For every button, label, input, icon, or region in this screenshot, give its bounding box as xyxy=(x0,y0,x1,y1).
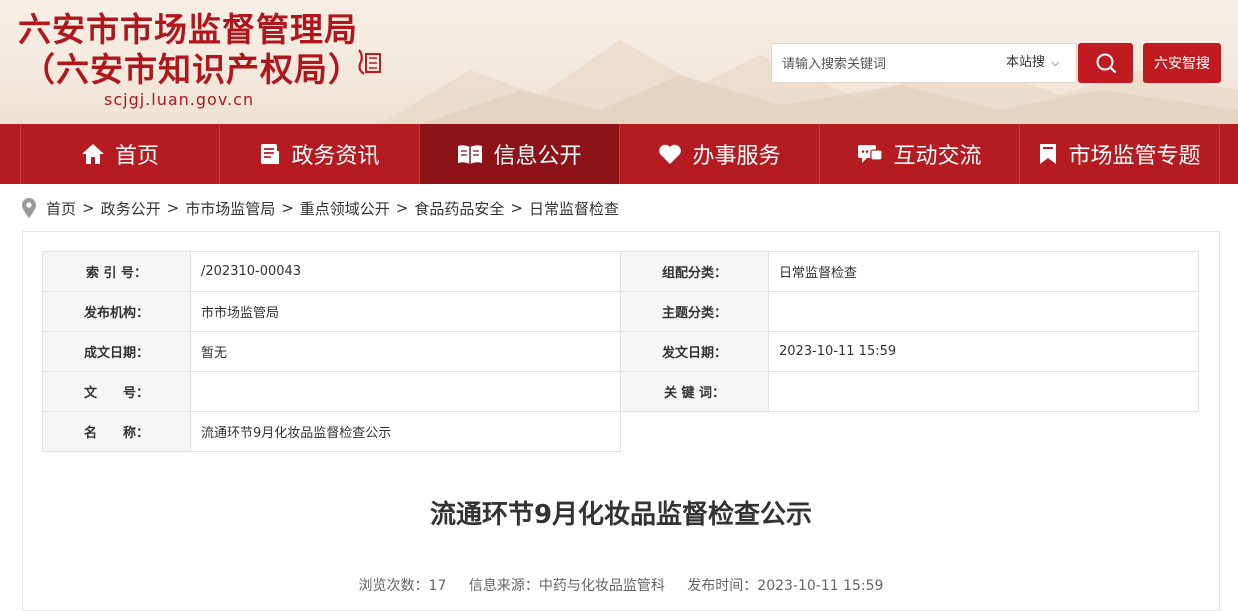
nav-label: 政务资讯 xyxy=(291,144,380,169)
chat-icon xyxy=(857,143,884,165)
table-row: 发布机构： 市市场监管局 主题分类： xyxy=(42,291,1199,332)
topic-label: 主题分类： xyxy=(620,291,769,332)
breadcrumb-daily-inspection[interactable]: 日常监督检查 xyxy=(529,198,619,219)
search-scope-select[interactable]: 本站搜 ⌵ xyxy=(1006,44,1059,82)
chevron-down-icon: ⌵ xyxy=(1051,56,1060,69)
nav-label: 市场监管专题 xyxy=(1068,144,1201,169)
publisher-value: 市市场监管局 xyxy=(190,291,621,332)
nav-item-special-topics[interactable]: 市场监管专题 xyxy=(1020,124,1220,184)
breadcrumb-separator: > xyxy=(510,199,523,217)
site-title-line1: 六安市市场监督管理局 xyxy=(18,10,358,49)
open-book-icon xyxy=(457,143,483,165)
site-header: 六安市市场监督管理局 （六安市知识产权局） scjgj.luan.gov.cn … xyxy=(0,0,1238,124)
table-row: 成文日期： 暂无 发文日期： 2023-10-11 15:59 xyxy=(42,331,1199,372)
view-count: 浏览次数：17 xyxy=(358,578,447,594)
nav-item-services[interactable]: 办事服务 xyxy=(620,124,820,184)
home-icon xyxy=(81,143,105,165)
article-panel: 索 引 号： /202310-00043 组配分类： 日常监督检查 发布机构： … xyxy=(22,231,1220,611)
breadcrumb-food-drug[interactable]: 食品药品安全 xyxy=(414,198,504,219)
breadcrumb-bureau[interactable]: 市市场监管局 xyxy=(185,198,275,219)
created-date-label: 成文日期： xyxy=(42,331,191,372)
metadata-table: 索 引 号： /202310-00043 组配分类： 日常监督检查 发布机构： … xyxy=(42,251,1199,452)
breadcrumb-gov-affairs[interactable]: 政务公开 xyxy=(101,198,161,219)
breadcrumb-key-areas[interactable]: 重点领域公开 xyxy=(300,198,390,219)
nav-label: 信息公开 xyxy=(493,144,582,169)
search-scope-label: 本站搜 xyxy=(1006,55,1046,70)
doc-number-label: 文 号： xyxy=(42,371,191,412)
nav-item-home[interactable]: 首页 xyxy=(20,124,220,184)
site-title-line2: （六安市知识产权局） xyxy=(22,50,362,89)
name-value: 流通环节9月化妆品监督检查公示 xyxy=(190,411,621,452)
table-row: 名 称： 流通环节9月化妆品监督检查公示 xyxy=(42,411,1199,452)
site-domain: scjgj.luan.gov.cn xyxy=(104,90,255,109)
nav-item-news[interactable]: 政务资讯 xyxy=(220,124,420,184)
main-nav: 首页 政务资讯 信息公开 办事服务 互动交流 市场监管专题 xyxy=(0,124,1238,184)
table-row: 文 号： 关 键 词： xyxy=(42,371,1199,412)
nav-label: 互动交流 xyxy=(893,144,982,169)
search-icon xyxy=(1096,53,1116,74)
issued-date-value: 2023-10-11 15:59 xyxy=(768,331,1199,372)
info-source: 信息来源：中药与化妆品监管科 xyxy=(468,578,665,594)
category-value: 日常监督检查 xyxy=(768,251,1199,292)
empty-cell xyxy=(621,412,769,452)
table-row: 索 引 号： /202310-00043 组配分类： 日常监督检查 xyxy=(42,251,1199,292)
search-box: 本站搜 ⌵ xyxy=(771,43,1077,84)
nav-item-info-open[interactable]: 信息公开 xyxy=(420,124,620,184)
article-title: 流通环节9月化妆品监督检查公示 xyxy=(429,500,813,530)
nav-label: 办事服务 xyxy=(692,144,781,169)
created-date-value: 暂无 xyxy=(190,331,621,372)
search-button[interactable] xyxy=(1078,43,1133,83)
publisher-label: 发布机构： xyxy=(42,291,191,332)
breadcrumb-separator: > xyxy=(166,199,180,217)
doc-number-value xyxy=(190,371,621,412)
topic-value xyxy=(768,291,1199,332)
heart-icon xyxy=(658,143,682,165)
breadcrumb-separator: > xyxy=(395,199,409,217)
name-label: 名 称： xyxy=(42,411,191,452)
keywords-label: 关 键 词： xyxy=(620,371,769,412)
location-pin-icon xyxy=(22,198,36,218)
smart-search-button[interactable]: 六安智搜 xyxy=(1143,43,1221,83)
index-value: /202310-00043 xyxy=(190,251,621,292)
seal-logo xyxy=(358,49,381,75)
nav-label: 首页 xyxy=(114,144,159,169)
search-input[interactable] xyxy=(772,44,1004,84)
article-info: 浏览次数：17 信息来源：中药与化妆品监管科 发布时间：2023-10-11 1… xyxy=(23,575,1219,595)
bookmark-icon xyxy=(1038,143,1058,165)
breadcrumb-separator: > xyxy=(281,199,294,217)
issued-date-label: 发文日期： xyxy=(620,331,769,372)
breadcrumb-separator: > xyxy=(82,199,95,217)
empty-cell xyxy=(769,412,1199,452)
nav-item-interaction[interactable]: 互动交流 xyxy=(820,124,1020,184)
document-icon xyxy=(259,143,281,165)
index-label: 索 引 号： xyxy=(42,251,191,292)
breadcrumb-home[interactable]: 首页 xyxy=(46,198,76,219)
keywords-value xyxy=(768,371,1199,412)
site-title: 六安市市场监督管理局 （六安市知识产权局） xyxy=(18,10,362,90)
publish-time: 发布时间：2023-10-11 15:59 xyxy=(687,578,884,594)
category-label: 组配分类： xyxy=(620,251,769,292)
breadcrumb: 首页 > 政务公开 > 市市场监管局 > 重点领域公开 > 食品药品安全 > 日… xyxy=(22,197,619,219)
